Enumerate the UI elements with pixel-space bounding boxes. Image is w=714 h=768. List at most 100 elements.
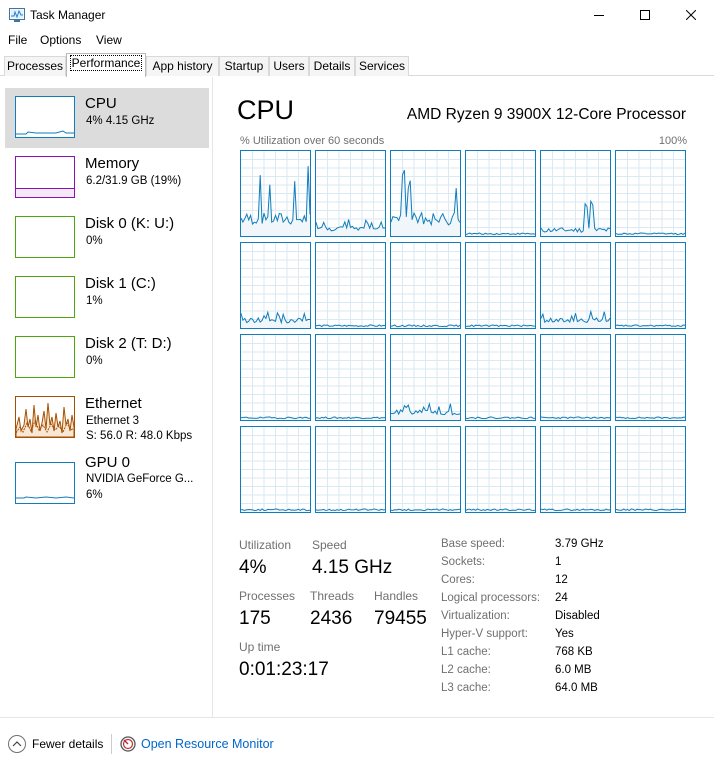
logical-processor-graph — [240, 334, 311, 421]
disk-1-thumbnail-graph — [15, 276, 75, 318]
uptime-value: 0:01:23:17 — [239, 659, 329, 680]
menu-options[interactable]: Options — [40, 33, 81, 47]
tab-label: Performance — [69, 55, 143, 71]
tab-processes[interactable]: Processes — [4, 56, 66, 76]
sidebar-item-cpu[interactable]: CPU 4% 4.15 GHz — [5, 88, 209, 148]
threads-value: 2436 — [310, 608, 353, 629]
sidebar-item-subtitle: 4% 4.15 GHz — [86, 115, 155, 127]
maximize-icon — [640, 10, 650, 20]
footer-separator — [111, 734, 112, 754]
tab-performance[interactable]: Performance — [66, 53, 146, 77]
task-manager-icon — [9, 8, 25, 22]
sidebar-item-disk-1[interactable]: Disk 1 (C:) 1% — [5, 268, 209, 328]
sidebar-item-title: Disk 0 (K: U:) — [85, 215, 175, 232]
tab-app-history[interactable]: App history — [146, 56, 219, 76]
processes-label: Processes — [239, 589, 296, 603]
spec-value: 3.79 GHz — [555, 538, 604, 550]
sidebar-item-title: CPU — [85, 95, 117, 112]
utilization-graph-label: % Utilization over 60 seconds — [240, 135, 385, 147]
disk-0-thumbnail-graph — [15, 216, 75, 258]
sidebar-item-disk-0[interactable]: Disk 0 (K: U:) 0% — [5, 208, 209, 268]
sidebar-item-title: GPU 0 — [85, 454, 131, 471]
logical-processor-graph — [390, 426, 461, 513]
chevron-up-icon — [8, 735, 26, 753]
logical-processor-graphs — [240, 150, 687, 513]
logical-processor-graph — [390, 150, 461, 237]
tab-services[interactable]: Services — [355, 56, 409, 76]
tab-label: Services — [358, 59, 405, 73]
sidebar-item-subtitle: 0% — [86, 235, 103, 247]
sidebar-item-title: Ethernet — [85, 395, 142, 412]
tab-label: App history — [152, 59, 213, 73]
speed-value: 4.15 GHz — [312, 557, 393, 578]
sidebar-item-title: Disk 1 (C:) — [85, 275, 156, 292]
spec-label: Cores: — [441, 574, 475, 586]
logical-processor-graph — [240, 242, 311, 329]
open-resource-monitor-link[interactable]: Open Resource Monitor — [120, 734, 274, 754]
logical-processor-graph — [465, 426, 536, 513]
logical-processor-graph — [465, 334, 536, 421]
utilization-value: 4% — [239, 557, 267, 578]
tab-startup[interactable]: Startup — [219, 56, 269, 76]
spec-value: Disabled — [555, 610, 600, 622]
open-resource-monitor-label: Open Resource Monitor — [141, 737, 274, 751]
fewer-details-label: Fewer details — [32, 737, 104, 751]
resource-monitor-icon — [120, 736, 136, 752]
spec-value: 12 — [555, 574, 568, 586]
minimize-button[interactable] — [576, 0, 622, 30]
tab-users[interactable]: Users — [269, 56, 309, 76]
close-button[interactable] — [668, 0, 714, 30]
spec-value: 24 — [555, 592, 568, 604]
processor-name: AMD Ryzen 9 3900X 12-Core Processor — [406, 106, 686, 123]
tab-label: Details — [313, 59, 351, 73]
close-icon — [686, 10, 696, 20]
spec-label: Sockets: — [441, 556, 486, 568]
spec-value: 64.0 MB — [555, 682, 598, 694]
logical-processor-graph — [615, 242, 686, 329]
sidebar-item-subtitle: NVIDIA GeForce G... — [86, 473, 194, 485]
sidebar-item-ethernet[interactable]: Ethernet Ethernet 3 S: 56.0 R: 48.0 Kbps — [5, 388, 209, 448]
logical-processor-graph — [615, 334, 686, 421]
spec-label: L2 cache: — [441, 664, 491, 676]
logical-processor-graph — [615, 426, 686, 513]
processes-value: 175 — [239, 608, 271, 629]
spec-label: Base speed: — [441, 538, 505, 550]
tab-label: Startup — [224, 59, 264, 73]
spec-label: Virtualization: — [441, 610, 510, 622]
speed-label: Speed — [312, 538, 347, 552]
logical-processor-graph — [315, 150, 386, 237]
sidebar-item-title: Disk 2 (T: D:) — [85, 335, 172, 352]
ethernet-thumbnail-graph — [15, 396, 75, 438]
sidebar-item-detail: S: 56.0 R: 48.0 Kbps — [86, 430, 193, 442]
cpu-thumbnail-graph — [15, 96, 75, 138]
sidebar-item-subtitle: Ethernet 3 — [86, 415, 140, 427]
logical-processor-graph — [465, 150, 536, 237]
logical-processor-graph — [240, 150, 311, 237]
page-title: CPU — [237, 95, 295, 125]
menu-view[interactable]: View — [96, 33, 122, 47]
spec-label: L3 cache: — [441, 682, 491, 694]
logical-processor-graph — [390, 242, 461, 329]
tab-details[interactable]: Details — [309, 56, 355, 76]
sidebar-item-memory[interactable]: Memory 6.2/31.9 GB (19%) — [5, 148, 209, 208]
handles-value: 79455 — [374, 608, 427, 629]
sidebar-item-gpu-0[interactable]: GPU 0 NVIDIA GeForce G... 6% — [5, 454, 209, 514]
logical-processor-graph — [315, 334, 386, 421]
menu-file[interactable]: File — [8, 33, 27, 47]
title-bar: Task Manager — [0, 0, 714, 30]
menu-bar: File Options View — [0, 30, 714, 50]
minimize-icon — [594, 15, 604, 16]
logical-processor-graph — [465, 242, 536, 329]
logical-processor-graph — [540, 242, 611, 329]
spec-label: L1 cache: — [441, 646, 491, 658]
sidebar-item-disk-2[interactable]: Disk 2 (T: D:) 0% — [5, 328, 209, 388]
memory-thumbnail-graph — [15, 156, 75, 198]
logical-processor-graph — [315, 426, 386, 513]
logical-processor-graph — [615, 150, 686, 237]
fewer-details-button[interactable]: Fewer details — [8, 734, 103, 754]
logical-processor-graph — [540, 150, 611, 237]
maximize-button[interactable] — [622, 0, 668, 30]
tab-label: Users — [273, 59, 305, 73]
threads-label: Threads — [310, 589, 355, 603]
sidebar-item-title: Memory — [85, 155, 140, 172]
